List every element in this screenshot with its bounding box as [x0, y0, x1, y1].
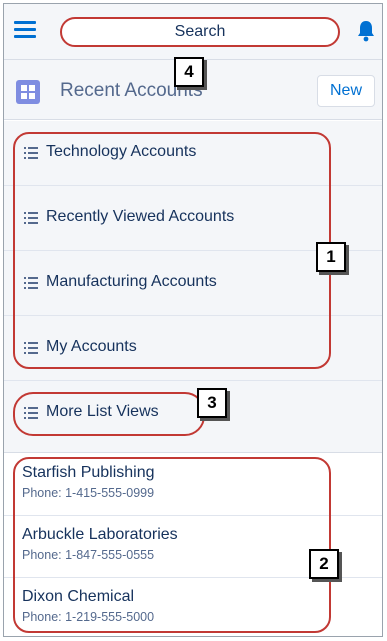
callout-number-4: 4 [174, 57, 204, 87]
callout-number-3: 3 [197, 388, 227, 418]
mobile-screen: Search Recent Accounts New Technology Ac… [3, 3, 383, 637]
callout-number-2: 2 [309, 549, 339, 579]
bell-icon[interactable] [356, 20, 376, 42]
callout-outline-3 [13, 392, 205, 436]
callout-outline-1 [13, 132, 331, 369]
new-button[interactable]: New [317, 75, 375, 107]
list-view-icon [16, 80, 40, 104]
menu-icon[interactable] [14, 21, 36, 39]
top-bar: Search [4, 4, 382, 60]
search-input[interactable]: Search [60, 17, 340, 47]
callout-number-1: 1 [316, 242, 346, 272]
callout-outline-2 [13, 457, 331, 633]
